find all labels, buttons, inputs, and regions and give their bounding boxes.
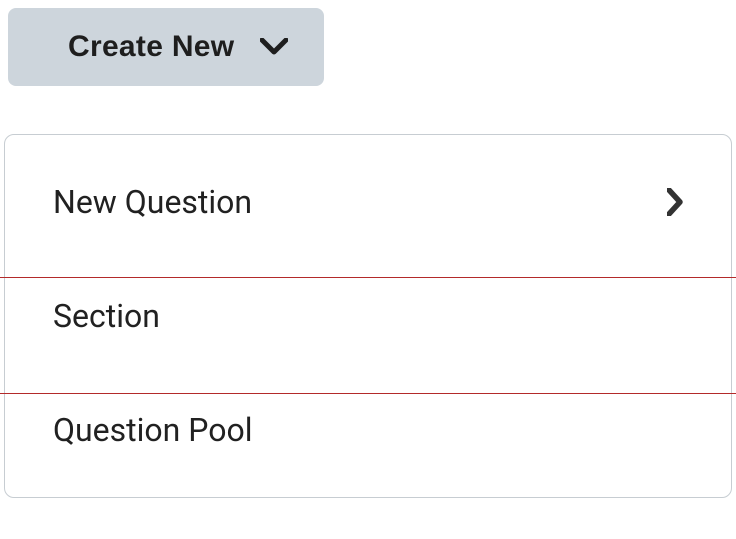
chevron-right-icon (667, 188, 683, 216)
create-new-label: Create New (68, 30, 234, 64)
menu-item-section[interactable]: Section (5, 259, 731, 373)
menu-item-label: Question Pool (53, 411, 253, 449)
chevron-down-icon (260, 38, 288, 56)
create-new-button[interactable]: Create New (8, 8, 324, 86)
menu-item-label: Section (53, 297, 160, 335)
menu-item-label: New Question (53, 183, 252, 221)
menu-item-new-question[interactable]: New Question (5, 135, 731, 259)
menu-item-question-pool[interactable]: Question Pool (5, 373, 731, 497)
create-new-dropdown: New Question Section Question Pool (4, 134, 732, 498)
